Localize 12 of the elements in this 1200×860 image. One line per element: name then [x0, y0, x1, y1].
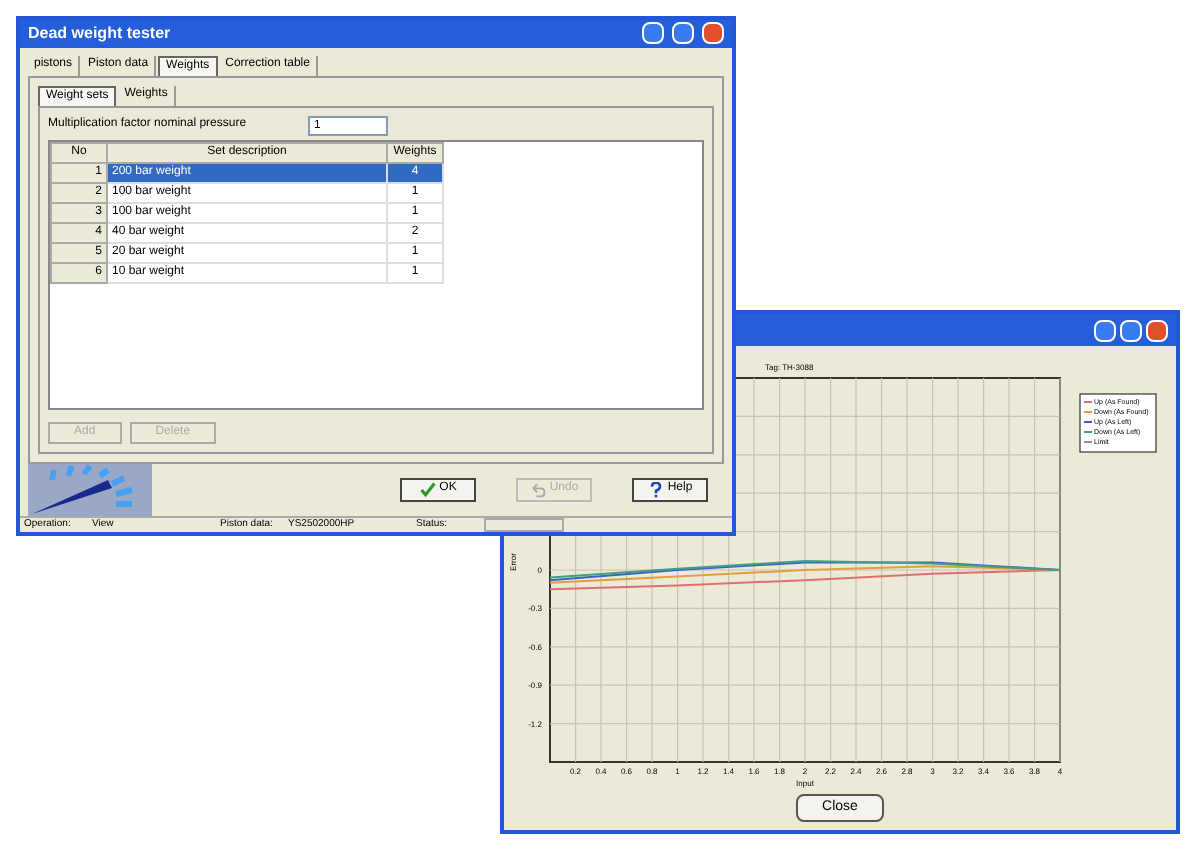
- undo-icon: [529, 481, 546, 497]
- maximize-button[interactable]: [1120, 319, 1142, 341]
- window-title: Dead weight tester: [28, 21, 173, 46]
- close-button[interactable]: [702, 22, 724, 45]
- close-button[interactable]: [1146, 319, 1168, 341]
- minimize-button[interactable]: [1094, 319, 1116, 341]
- maximize-button[interactable]: [672, 22, 694, 45]
- check-icon: [419, 481, 436, 497]
- help-icon: [647, 481, 664, 497]
- minimize-button[interactable]: [642, 22, 664, 45]
- chart-legend: [1079, 393, 1157, 453]
- gauge-logo-drawing: [28, 463, 152, 515]
